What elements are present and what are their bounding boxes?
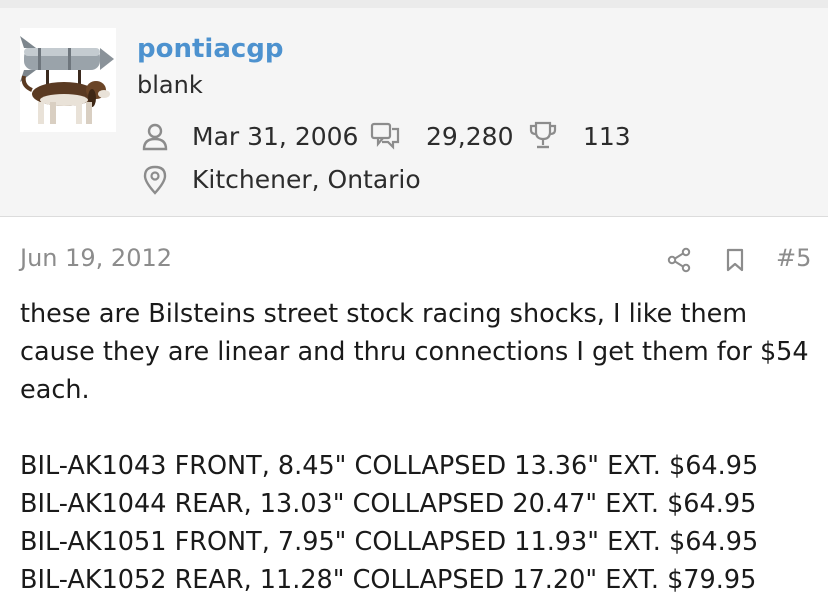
part-line: BIL-AK1044 REAR, 13.03" COLLAPSED 20.47"… — [20, 489, 757, 519]
messages-icon — [370, 122, 400, 150]
message-count: 29,280 — [426, 122, 514, 151]
post-date[interactable]: Jun 19, 2012 — [20, 244, 172, 272]
share-icon[interactable] — [666, 247, 692, 273]
user-title: blank — [137, 71, 203, 99]
part-line: BIL-AK1043 FRONT, 8.45" COLLAPSED 13.36"… — [20, 451, 759, 481]
avatar-image — [20, 36, 114, 124]
location-pin-icon — [143, 165, 167, 195]
post-body: these are Bilsteins street stock racing … — [20, 295, 820, 599]
user-icon — [142, 123, 168, 151]
avatar[interactable] — [20, 28, 116, 132]
part-line: BIL-AK1052 REAR, 11.28" COLLAPSED 17.20"… — [20, 565, 757, 595]
joined-date: Mar 31, 2006 — [192, 122, 359, 151]
post-paragraph: these are Bilsteins street stock racing … — [20, 299, 809, 405]
bookmark-icon[interactable] — [722, 247, 748, 273]
reaction-score: 113 — [583, 122, 631, 151]
top-divider — [0, 0, 828, 8]
username-link[interactable]: pontiacgp — [137, 34, 284, 64]
trophy-icon — [529, 121, 557, 149]
post-number-link[interactable]: #5 — [776, 244, 811, 272]
part-line: BIL-AK1051 FRONT, 7.95" COLLAPSED 11.93"… — [20, 527, 759, 557]
user-location[interactable]: Kitchener, Ontario — [192, 165, 421, 194]
user-info-header: pontiacgp blank Mar 31, 2006 29,280 113 … — [0, 8, 828, 217]
